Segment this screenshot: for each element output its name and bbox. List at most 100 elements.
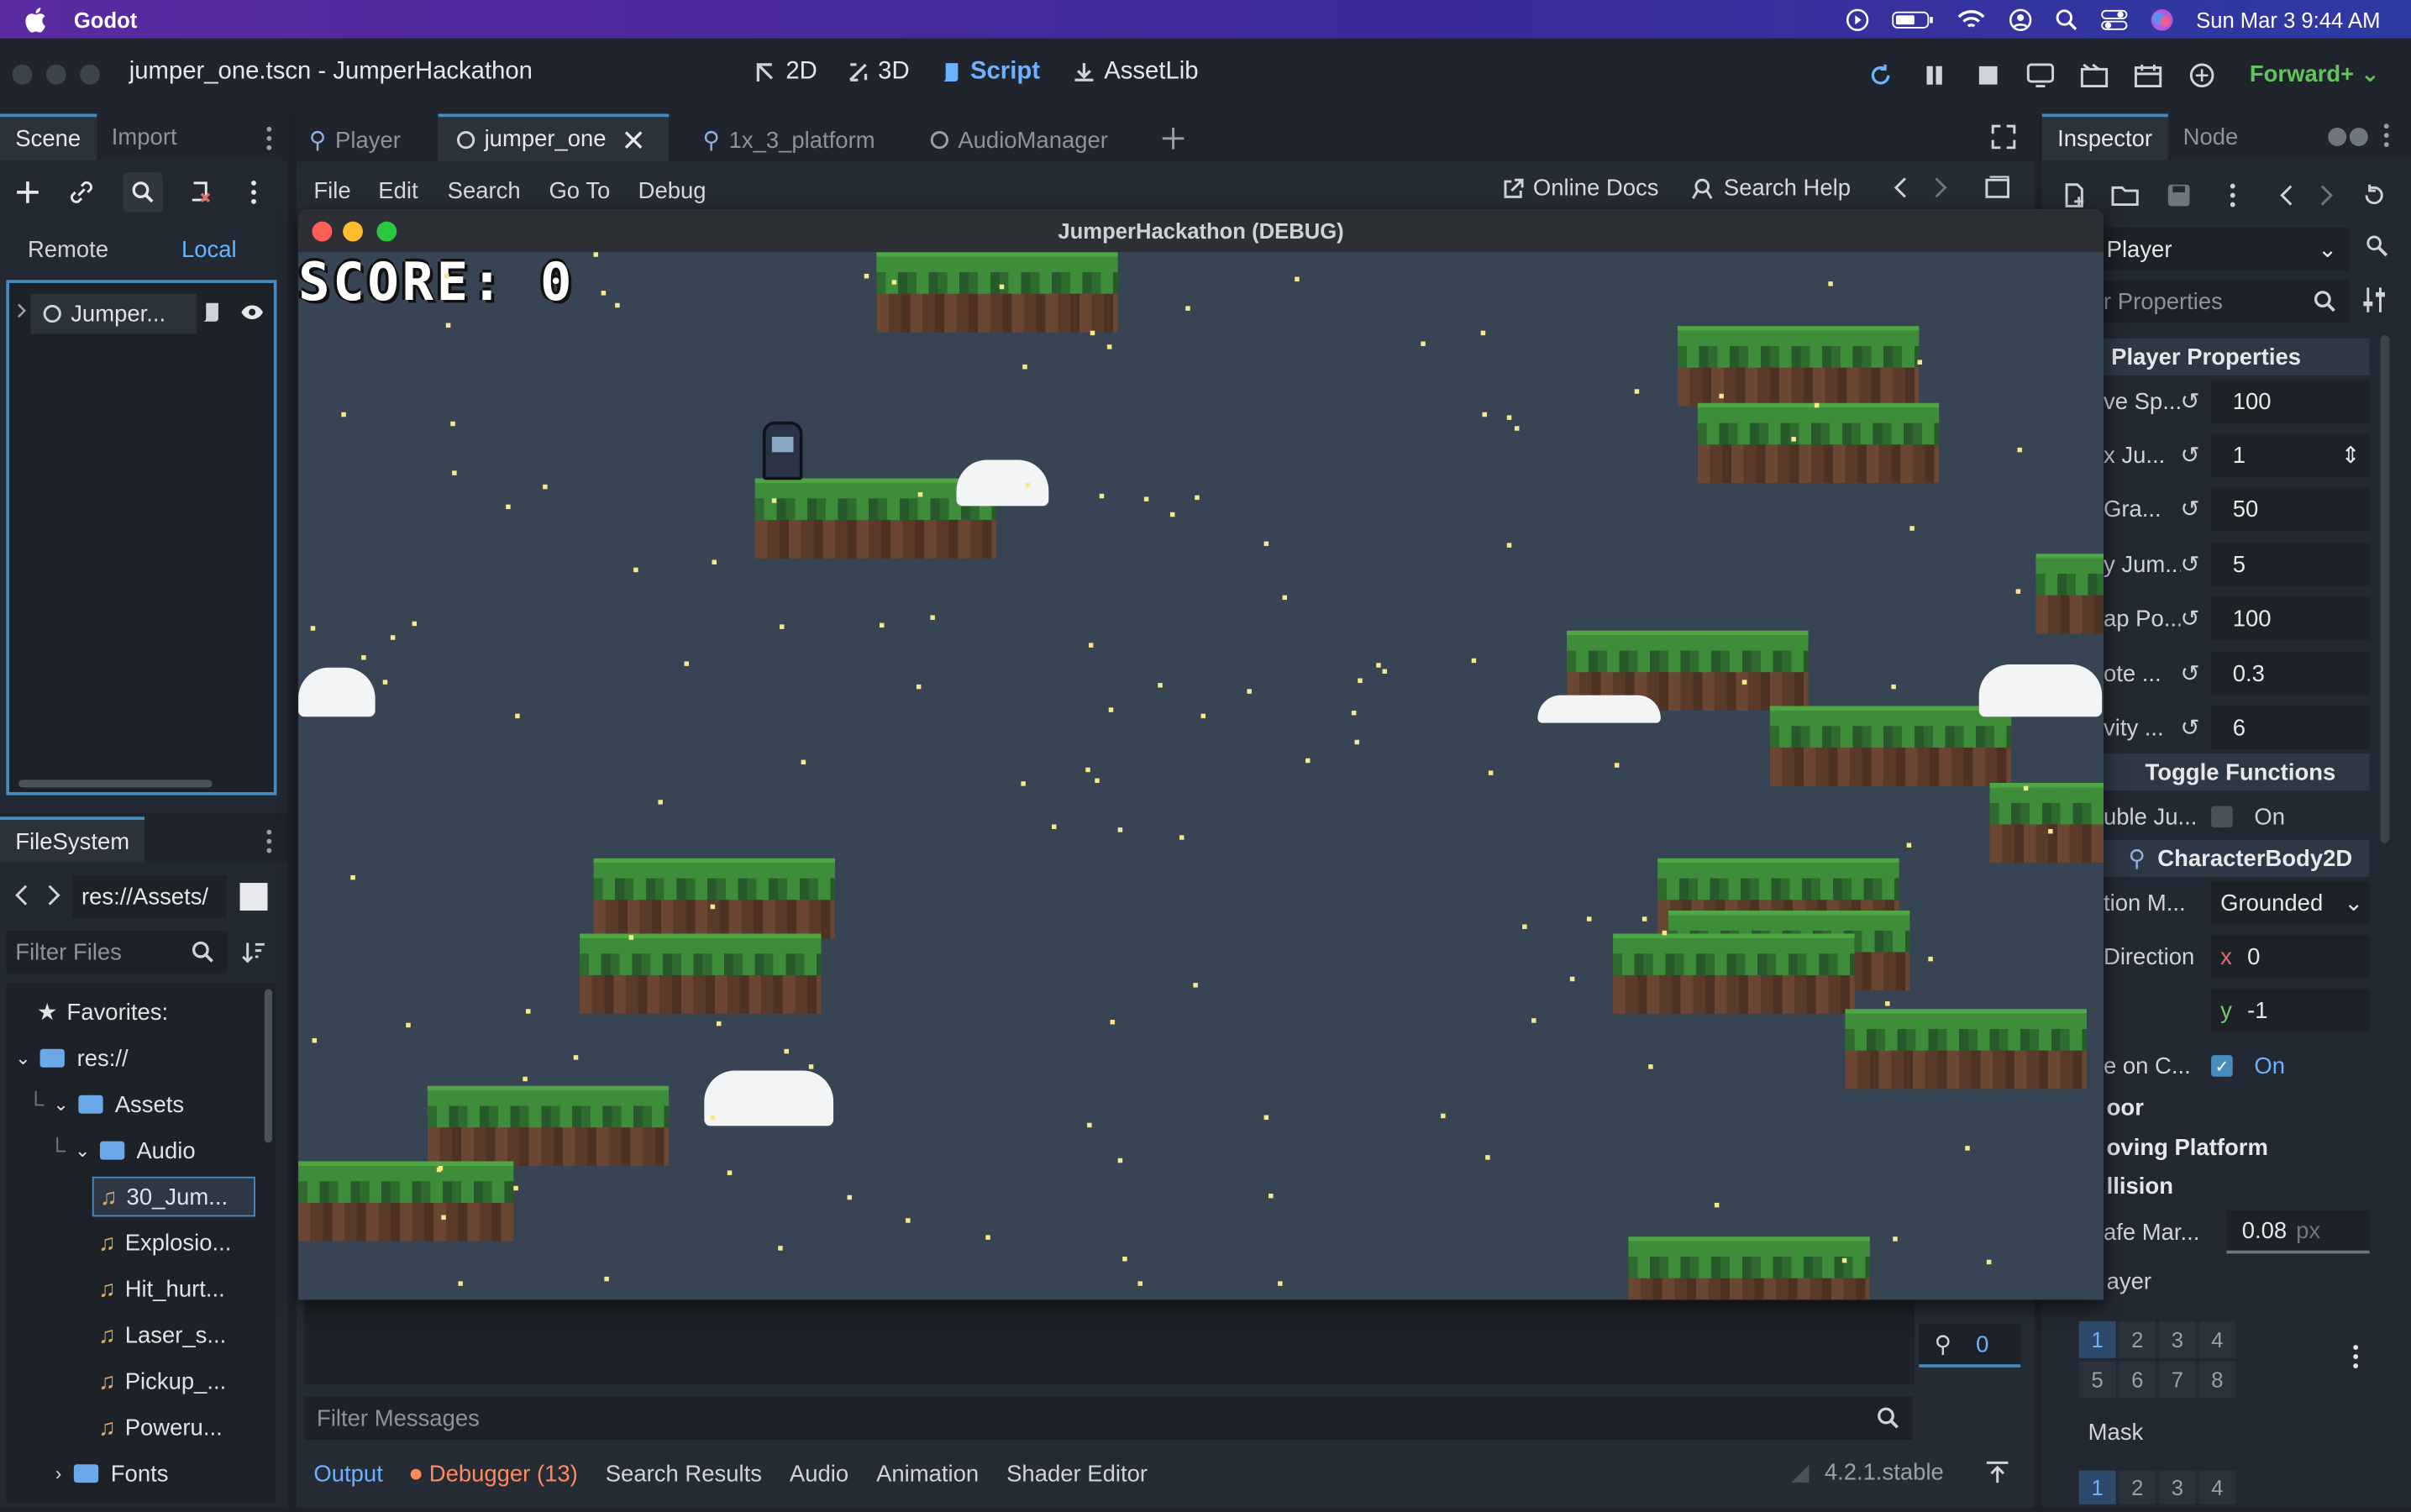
property-row[interactable]: afe Mar... 0.08 px — [2104, 1206, 2370, 1258]
apple-icon[interactable] — [24, 7, 46, 32]
motion-mode-dropdown[interactable]: Grounded ⌄ — [2211, 881, 2370, 925]
window-close-button[interactable] — [312, 221, 333, 242]
list-item[interactable]: ♫ Poweru... — [98, 1407, 223, 1447]
tab-output[interactable]: Output — [313, 1461, 382, 1487]
fullscreen-icon[interactable] — [1991, 124, 2016, 150]
toggle-panel-icon[interactable] — [1985, 176, 2009, 200]
property-row[interactable]: x Ju... ↺ 1 ⇕ — [2104, 429, 2370, 481]
tab-filesystem[interactable]: FileSystem — [0, 816, 145, 864]
dock-menu-icon[interactable] — [254, 123, 285, 154]
wifi-icon[interactable] — [1957, 8, 1988, 30]
tab-platform[interactable]: ⚲ 1x_3_platform — [702, 120, 875, 160]
attach-script-icon[interactable] — [180, 172, 220, 213]
property-row[interactable]: uble Ju... On — [2104, 790, 2370, 843]
section-toggle-functions[interactable]: Toggle Functions — [2103, 753, 2370, 791]
list-item[interactable]: ★ Favorites: — [37, 992, 168, 1032]
pause-icon[interactable] — [1918, 59, 1951, 92]
close-icon[interactable] — [625, 130, 643, 149]
forward-arrow-icon[interactable] — [46, 885, 61, 906]
list-item[interactable]: ♫ Explosio... — [98, 1223, 231, 1263]
inspector-scrollbar[interactable] — [2380, 335, 2390, 843]
list-item[interactable]: └ ⌄ Audio — [50, 1131, 196, 1171]
menu-edit[interactable]: Edit — [378, 178, 418, 204]
filter-messages-input[interactable]: Filter Messages — [304, 1396, 1914, 1440]
back-arrow-icon[interactable] — [13, 885, 29, 906]
expand-panel-icon[interactable] — [1985, 1460, 2009, 1484]
revert-icon[interactable]: ↺ — [2181, 442, 2212, 469]
revert-icon[interactable]: ↺ — [2181, 551, 2212, 578]
property-value[interactable]: 50 — [2211, 487, 2370, 531]
layer-cell[interactable]: 4 — [2198, 1320, 2236, 1358]
list-item[interactable]: › Fonts — [55, 1453, 169, 1494]
game-debug-window[interactable]: JumperHackathon (DEBUG) SCORE: 0 — [298, 209, 2104, 1300]
property-value[interactable]: 0.3 — [2211, 652, 2370, 696]
stop-icon[interactable] — [1972, 59, 2005, 92]
property-row[interactable]: tion M... Grounded ⌄ — [2104, 877, 2370, 929]
layer-cell[interactable]: 6 — [2119, 1361, 2156, 1399]
layer-cell[interactable]: 2 — [2119, 1320, 2156, 1358]
main-button-assetlib[interactable]: AssetLib — [1072, 59, 1199, 87]
layer-cell[interactable]: 5 — [2078, 1361, 2116, 1399]
safe-margin-slider[interactable]: 0.08 px — [2226, 1210, 2370, 1254]
revert-icon[interactable]: ↺ — [2181, 714, 2212, 741]
control-center-icon[interactable] — [2101, 8, 2129, 30]
game-viewport[interactable]: SCORE: 0 — [298, 252, 2104, 1300]
chevron-left-icon[interactable] — [2267, 176, 2307, 216]
toggle-split-icon[interactable] — [239, 883, 268, 911]
property-value[interactable]: 6 — [2211, 706, 2370, 749]
local-tab[interactable]: Local — [181, 237, 237, 263]
section-player-properties[interactable]: Player Properties — [2103, 338, 2370, 375]
tab-search-results[interactable]: Search Results — [606, 1461, 762, 1487]
tab-player[interactable]: ⚲ Player — [309, 120, 401, 160]
path-field[interactable]: res://Assets/ — [72, 874, 227, 919]
play-status-icon[interactable] — [1846, 7, 1870, 31]
list-item[interactable]: ♫ Laser_s... — [98, 1315, 226, 1356]
group-floor[interactable]: oor — [2107, 1095, 2144, 1121]
remote-tab[interactable]: Remote — [28, 237, 108, 263]
tab-shader-editor[interactable]: Shader Editor — [1006, 1461, 1148, 1487]
revert-icon[interactable]: ↺ — [2181, 496, 2212, 522]
property-row[interactable]: Gra... ↺ 50 — [2104, 483, 2370, 535]
online-docs-button[interactable]: Online Docs — [1500, 176, 1658, 202]
horizontal-scrollbar[interactable] — [18, 780, 213, 788]
search-help-button[interactable]: Search Help — [1691, 176, 1851, 202]
tab-node[interactable]: Node — [2167, 114, 2253, 160]
filter-properties-input[interactable]: r Properties — [2103, 280, 2350, 323]
remote-debug-icon[interactable] — [2024, 59, 2057, 92]
menu-app-name[interactable]: Godot — [74, 7, 137, 31]
tab-animation[interactable]: Animation — [876, 1461, 979, 1487]
property-row[interactable]: ote ... ↺ 0.3 — [2104, 648, 2370, 700]
battery-icon[interactable] — [1892, 8, 1935, 30]
filter-nodes-icon[interactable] — [123, 172, 164, 213]
sort-icon[interactable] — [241, 940, 265, 964]
list-item-selected[interactable]: ♫ 30_Jum... — [92, 1176, 255, 1217]
game-window-titlebar[interactable]: JumperHackathon (DEBUG) — [298, 209, 2104, 253]
chevron-right-icon[interactable] — [1933, 177, 1948, 199]
tab-debugger[interactable]: Debugger (13) — [410, 1461, 578, 1487]
mask-cell[interactable]: 2 — [2119, 1470, 2156, 1504]
vertical-scrollbar[interactable] — [264, 989, 272, 1143]
spotlight-search-icon[interactable] — [2055, 7, 2079, 31]
property-row[interactable]: ap Po... ↺ 100 — [2104, 592, 2370, 644]
tab-jumper-one[interactable]: jumper_one — [438, 113, 670, 162]
more-options-icon[interactable] — [2213, 176, 2253, 216]
layer-cell[interactable]: 3 — [2158, 1320, 2196, 1358]
menu-clock[interactable]: Sun Mar 3 9:44 AM — [2196, 7, 2380, 31]
window-zoom-button[interactable] — [376, 221, 397, 242]
list-item[interactable]: ♫ Hit_hurt... — [98, 1269, 225, 1310]
mask-cell[interactable]: 1 — [2078, 1470, 2116, 1504]
list-item[interactable]: ⌄ res:// — [15, 1038, 128, 1079]
property-tools-icon[interactable] — [2361, 286, 2386, 314]
list-item[interactable]: ♫ Pickup_... — [98, 1362, 226, 1402]
reload-scene-icon[interactable] — [1863, 59, 1897, 92]
menu-debug[interactable]: Debug — [638, 178, 706, 204]
main-button-2d[interactable]: 2D — [754, 59, 817, 87]
up-direction-y[interactable]: y -1 — [2211, 989, 2370, 1032]
window-controls[interactable] — [12, 64, 100, 85]
revert-icon[interactable]: ↺ — [2181, 660, 2212, 687]
siri-icon[interactable] — [2150, 7, 2174, 31]
layer-cell[interactable]: 8 — [2198, 1361, 2236, 1399]
mask-cell[interactable]: 3 — [2158, 1470, 2196, 1504]
dock-menu-icon[interactable] — [2383, 123, 2389, 148]
chevron-right-icon[interactable] — [15, 303, 28, 318]
